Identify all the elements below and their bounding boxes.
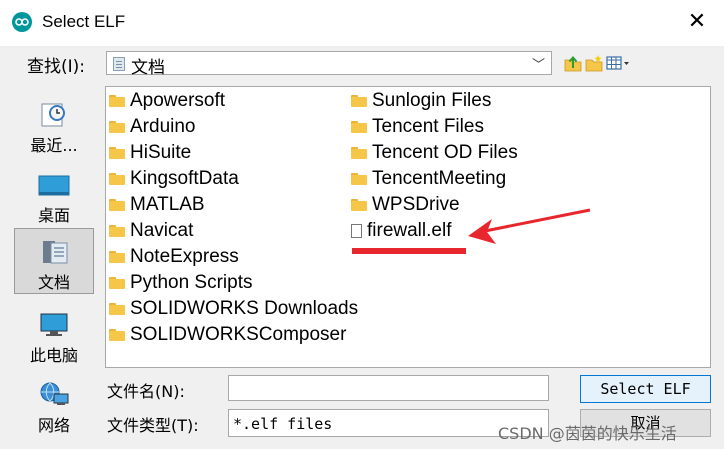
folder-item[interactable]: HiSuite bbox=[109, 141, 191, 165]
computer-icon bbox=[40, 313, 68, 336]
new-folder-icon[interactable] bbox=[585, 54, 603, 72]
places-computer[interactable]: 此电脑 bbox=[14, 302, 94, 368]
folder-icon bbox=[109, 95, 125, 107]
folder-icon bbox=[109, 303, 125, 315]
folder-item[interactable]: MATLAB bbox=[109, 193, 205, 217]
folder-icon bbox=[109, 329, 125, 341]
file-item[interactable]: firewall.elf bbox=[351, 219, 451, 243]
select-elf-button[interactable]: Select ELF bbox=[580, 375, 711, 403]
chevron-down-icon: ﹀ bbox=[531, 58, 545, 73]
folder-item[interactable]: SOLIDWORKSComposer bbox=[109, 323, 346, 347]
view-menu-icon[interactable] bbox=[606, 54, 630, 72]
folder-icon bbox=[351, 121, 367, 133]
documents-icon bbox=[43, 241, 68, 264]
file-list[interactable]: Apowersoft Arduino HiSuite KingsoftData … bbox=[105, 86, 711, 368]
folder-icon bbox=[351, 199, 367, 211]
folder-item[interactable]: Python Scripts bbox=[109, 271, 253, 295]
folder-item[interactable]: Tencent Files bbox=[351, 115, 484, 139]
folder-icon bbox=[351, 173, 367, 185]
places-recent[interactable]: 最近... bbox=[14, 92, 94, 158]
window-title: Select ELF bbox=[42, 12, 126, 31]
places-network-label: 网络 bbox=[37, 416, 70, 435]
folder-item[interactable]: WPSDrive bbox=[351, 193, 460, 217]
folder-name: Navicat bbox=[130, 220, 194, 241]
look-in-label: 查找(I): bbox=[27, 57, 86, 77]
look-in-value: 文档 bbox=[131, 58, 165, 78]
folder-name: Python Scripts bbox=[130, 272, 253, 293]
look-in-dropdown[interactable]: 文档 ﹀ bbox=[106, 51, 552, 78]
folder-name: SOLIDWORKSComposer bbox=[130, 324, 347, 345]
network-icon bbox=[40, 382, 69, 405]
places-documents-label: 文档 bbox=[37, 273, 70, 292]
folder-item[interactable]: Apowersoft bbox=[109, 89, 225, 113]
filename-label: 文件名(N): bbox=[107, 382, 185, 401]
folder-name: Tencent OD Files bbox=[372, 142, 518, 163]
places-network[interactable]: 网络 bbox=[14, 372, 94, 438]
places-desktop-label: 桌面 bbox=[37, 206, 70, 225]
folder-name: Tencent Files bbox=[372, 116, 484, 137]
folder-name: Apowersoft bbox=[130, 90, 226, 111]
places-documents[interactable]: 文档 bbox=[14, 228, 94, 294]
folder-name: SOLIDWORKS Downloads bbox=[130, 298, 359, 319]
folder-icon bbox=[109, 199, 125, 211]
folder-icon bbox=[351, 147, 367, 159]
folder-item[interactable]: Arduino bbox=[109, 115, 196, 139]
folder-item[interactable]: TencentMeeting bbox=[351, 167, 506, 191]
places-desktop[interactable]: 桌面 bbox=[14, 162, 94, 228]
folder-icon bbox=[109, 121, 125, 133]
filetype-label: 文件类型(T): bbox=[107, 416, 199, 435]
desktop-icon bbox=[38, 175, 70, 196]
folder-name: WPSDrive bbox=[372, 194, 460, 215]
file-name: firewall.elf bbox=[367, 220, 452, 241]
recent-icon bbox=[41, 103, 65, 127]
close-button[interactable]: ✕ bbox=[682, 8, 712, 36]
folder-name: Sunlogin Files bbox=[372, 90, 492, 111]
folder-name: TencentMeeting bbox=[372, 168, 507, 189]
folder-icon bbox=[109, 173, 125, 185]
folder-icon bbox=[109, 147, 125, 159]
folder-item[interactable]: NoteExpress bbox=[109, 245, 239, 269]
places-recent-label: 最近... bbox=[30, 136, 78, 155]
folder-icon bbox=[109, 251, 125, 263]
folder-name: Arduino bbox=[130, 116, 196, 137]
folder-item[interactable]: Navicat bbox=[109, 219, 193, 243]
arduino-icon bbox=[12, 12, 32, 32]
folder-name: MATLAB bbox=[130, 194, 205, 215]
folder-item[interactable]: Sunlogin Files bbox=[351, 89, 491, 113]
up-folder-icon[interactable] bbox=[564, 54, 582, 72]
filename-input[interactable] bbox=[228, 375, 549, 401]
folder-icon bbox=[109, 225, 125, 237]
folder-item[interactable]: SOLIDWORKS Downloads bbox=[109, 297, 358, 321]
folder-name: NoteExpress bbox=[130, 246, 239, 267]
folder-item[interactable]: Tencent OD Files bbox=[351, 141, 518, 165]
folder-icon bbox=[109, 277, 125, 289]
folder-item[interactable]: KingsoftData bbox=[109, 167, 239, 191]
watermark: CSDN @茵茵的快乐生活 bbox=[498, 424, 677, 443]
folder-name: HiSuite bbox=[130, 142, 192, 163]
file-icon bbox=[351, 224, 362, 238]
places-computer-label: 此电脑 bbox=[29, 346, 78, 365]
folder-icon bbox=[351, 95, 367, 107]
documents-icon bbox=[113, 57, 125, 71]
folder-name: KingsoftData bbox=[130, 168, 239, 189]
